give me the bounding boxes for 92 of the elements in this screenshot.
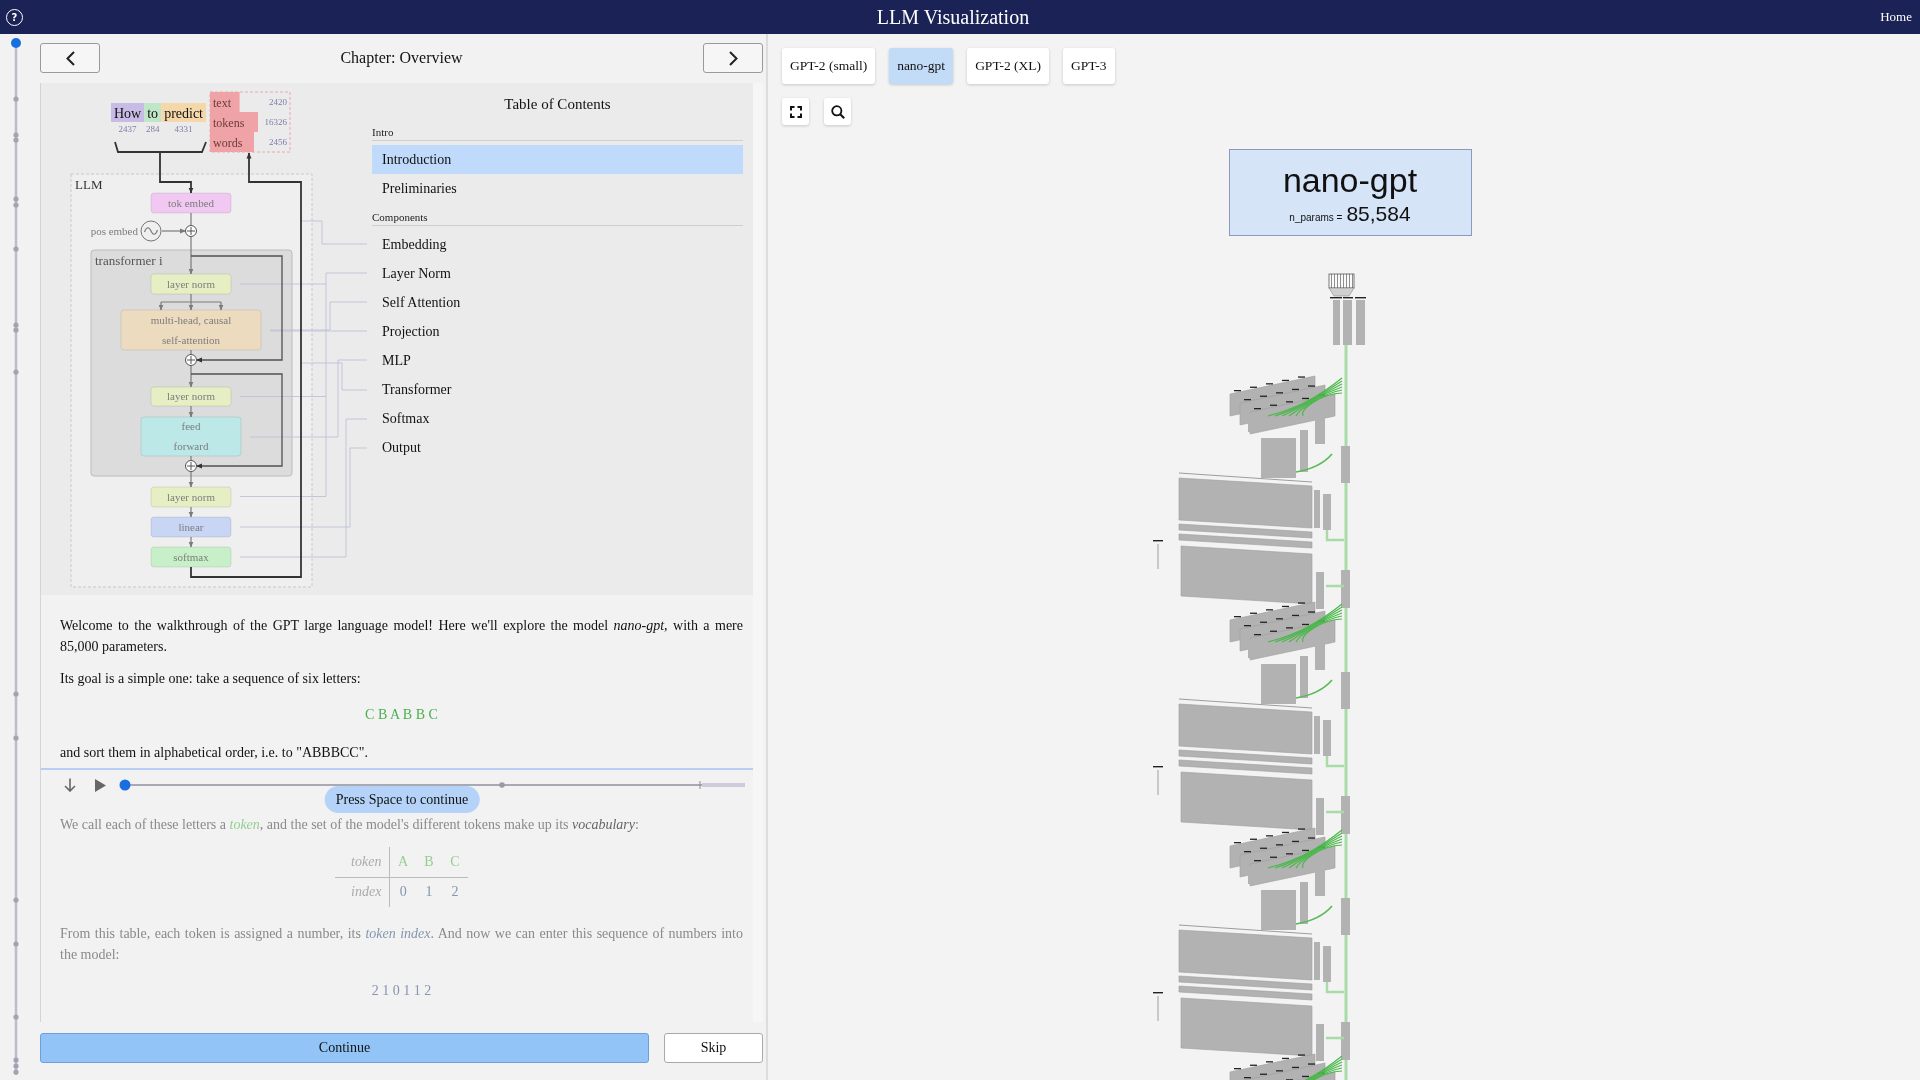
layer-norm-node: layer norm: [150, 386, 232, 407]
llm-label: LLM: [75, 176, 103, 192]
flow-arrow: [188, 405, 194, 418]
paragraph: Welcome to the walkthrough of the GPT large language model! Here we'll explore the model nano-gpt, with a mere 85,000 parameters.: [60, 617, 743, 656]
table-cell: 2: [441, 877, 468, 907]
toc-item[interactable]: Self Attention: [372, 288, 743, 317]
layer-norm-node: layer norm: [150, 273, 232, 295]
toc-item[interactable]: Layer Norm: [372, 259, 743, 288]
softmax-node: softmax: [150, 546, 232, 568]
toc-item[interactable]: MLP: [372, 346, 743, 375]
number-sequence: 2 1 0 1 1 2: [370, 982, 433, 1000]
paragraph: We call each of these letters a token, and the set of the model's different tokens make up its vocabulary:: [60, 816, 640, 834]
toc-item[interactable]: Softmax: [372, 404, 743, 433]
table-cell: A: [389, 847, 416, 877]
previous-button[interactable]: [40, 43, 100, 73]
flow-arrow: [188, 301, 194, 311]
linear-node: linear: [150, 516, 232, 538]
input-token: How: [111, 103, 145, 122]
token-number: 284: [145, 124, 160, 134]
row-header: token: [335, 847, 390, 877]
flow-arrow: [188, 536, 194, 548]
model-name: nano-gpt: [1282, 159, 1418, 200]
feed-forward-node: feed forward: [140, 416, 242, 457]
chapter-title: Chapter: Overview: [340, 49, 463, 67]
table-cell: 0: [389, 877, 416, 907]
embedding-node: tok embed: [150, 192, 232, 214]
toc-item[interactable]: Transformer: [372, 375, 743, 404]
input-token: predict: [161, 103, 206, 122]
layer-norm-node: layer norm: [150, 486, 232, 508]
toc-item[interactable]: Projection: [372, 317, 743, 346]
flow-arrow: [188, 470, 194, 488]
flow-arrow: [188, 506, 194, 518]
fullscreen-button[interactable]: [782, 98, 809, 125]
fullscreen-icon: [789, 105, 802, 118]
search-icon: [830, 104, 845, 119]
paragraph: and sort them in alphabetical order, i.e. to "ABBBCC".: [60, 744, 369, 762]
chevron-left-icon: [65, 50, 75, 66]
toc-item[interactable]: Introduction: [372, 145, 743, 174]
play-icon[interactable]: [95, 778, 106, 792]
attention-node: multi-head, causal self-attention: [120, 309, 262, 351]
flow-line: [160, 293, 222, 303]
down-arrow-icon[interactable]: [64, 778, 76, 792]
token-number: 4331: [174, 124, 193, 134]
output-token: tokens: [213, 115, 245, 130]
home-link[interactable]: Home: [1880, 9, 1912, 25]
token-number: 2420: [269, 97, 287, 107]
plus-circle-icon: [185, 354, 197, 366]
table-cell: C: [441, 847, 468, 877]
app-title: LLM Visualization: [876, 5, 1031, 29]
continue-button[interactable]: Continue: [40, 1033, 649, 1063]
sine-wave-icon: [140, 220, 162, 242]
flow-arrow: [158, 301, 164, 311]
param-label: n_params =: [1289, 211, 1343, 223]
flow-line: [190, 349, 192, 356]
table-cell: 1: [415, 877, 442, 907]
flow-arrow: [188, 364, 194, 388]
flow-arrow: [218, 301, 224, 311]
input-token: to: [144, 103, 162, 122]
model-tab[interactable]: GPT-2 (small): [782, 48, 876, 84]
search-button[interactable]: [824, 98, 851, 125]
token-number: 2437: [118, 124, 137, 134]
pos-embed-label: pos embed: [90, 224, 138, 237]
hint-tooltip: Press Space to continue: [324, 786, 480, 813]
toc-item[interactable]: Output: [372, 433, 743, 462]
toc-item[interactable]: Preliminaries: [372, 174, 743, 203]
skip-button[interactable]: Skip: [664, 1033, 763, 1063]
output-token: text: [213, 95, 231, 110]
chevron-right-icon: [728, 50, 738, 66]
plus-circle-icon: [185, 225, 197, 237]
toc-heading: Intro: [372, 124, 743, 141]
transformer-label: transformer i: [95, 252, 163, 268]
toc-heading: Components: [372, 209, 743, 226]
flow-line: [190, 455, 192, 462]
connector-line: [299, 220, 368, 245]
toc-item[interactable]: Embedding: [372, 230, 743, 259]
param-count: 85,584: [1346, 201, 1411, 226]
output-token: words: [213, 135, 243, 150]
table-cell: B: [415, 847, 442, 877]
input-arrow: [159, 151, 194, 194]
model-tab[interactable]: GPT-2 (XL): [967, 48, 1049, 84]
paragraph: From this table, each token is assigned a number, its token index. And now we can enter this sequence of numbers into the model:: [60, 925, 743, 964]
flow-line: [190, 212, 192, 227]
plus-circle-icon: [185, 460, 197, 472]
model-tab[interactable]: GPT-3: [1063, 48, 1115, 84]
row-header: index: [335, 877, 390, 907]
token-number: 2456: [269, 137, 287, 147]
token-number: 16326: [264, 117, 287, 127]
next-button[interactable]: [703, 43, 763, 73]
paragraph: Its goal is a simple one: take a sequence of six letters:: [60, 670, 362, 688]
letter-sequence: C B A B B C: [364, 706, 439, 724]
toc-title: Table of Contents: [503, 95, 612, 114]
model-tab[interactable]: nano-gpt: [889, 48, 954, 84]
